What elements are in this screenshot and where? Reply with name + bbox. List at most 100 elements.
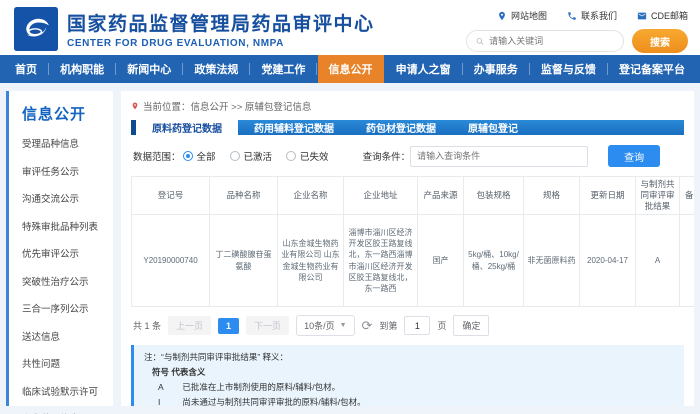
col-review-result: 与制剂共同审评审批结果 xyxy=(636,177,680,215)
radio-activated[interactable]: 已激活 xyxy=(230,149,273,163)
nav-applicant-window[interactable]: 申请人之窗 xyxy=(385,55,462,83)
cell-review-result: A xyxy=(636,215,680,307)
quick-links: 网站地图 联系我们 CDE邮箱 xyxy=(497,9,688,22)
scope-radio-group: 全部 已激活 已失效 xyxy=(183,149,329,163)
phone-icon xyxy=(567,11,577,21)
sidebar-item-common-issues[interactable]: 共性问题 xyxy=(22,356,109,370)
radio-expired-circle-icon xyxy=(286,151,296,161)
col-variety: 品种名称 xyxy=(210,177,278,215)
page-size-select[interactable]: 10条/页 ▼ xyxy=(296,315,354,336)
query-label: 查询条件： xyxy=(363,149,411,163)
nav-party[interactable]: 党建工作 xyxy=(250,55,316,83)
query-input[interactable] xyxy=(410,146,588,167)
mail-link[interactable]: CDE邮箱 xyxy=(637,9,688,22)
sitemap-label: 网站地图 xyxy=(511,9,547,22)
footnote-symbol-i: I xyxy=(158,395,180,406)
sidebar-item-delivery-info[interactable]: 送达信息 xyxy=(22,329,109,343)
cell-updated: 2020-04-17 xyxy=(580,215,636,307)
sidebar-item-special-approval[interactable]: 特殊审批品种列表 xyxy=(22,219,109,233)
nav-info-disclosure[interactable]: 信息公开 xyxy=(318,55,384,83)
breadcrumb: 当前位置：信息公开 >> 原辅包登记信息 xyxy=(131,97,684,120)
registration-table: 登记号 品种名称 企业名称 企业地址 产品来源 包装规格 规格 更新日期 与制剂… xyxy=(131,176,694,307)
nav-news[interactable]: 新闻中心 xyxy=(116,55,182,83)
cell-remark xyxy=(680,215,695,307)
brand-text: 国家药品监督管理局药品审评中心 CENTER FOR DRUG EVALUATI… xyxy=(67,9,375,49)
tab-bar: 原料药登记数据 药用辅料登记数据 药包材登记数据 原辅包登记 xyxy=(131,120,684,135)
tab-apipackexc-registration[interactable]: 原辅包登记 xyxy=(452,120,534,135)
tab-packaging-registration[interactable]: 药包材登记数据 xyxy=(350,120,452,135)
tab-api-registration[interactable]: 原料药登记数据 xyxy=(131,120,238,135)
sidebar-item-review-tasks[interactable]: 审评任务公示 xyxy=(22,164,109,178)
footnote-meaning-header: 代表含义 xyxy=(171,367,205,377)
col-remark: 备注 xyxy=(680,177,695,215)
footnote-title: 注：“与制剂共同审评审批结果” 释义： xyxy=(144,350,674,365)
footnote-row-a: A 已批准在上市制剂使用的原料/辅料/包材。 xyxy=(144,380,674,395)
radio-all-circle-icon xyxy=(183,151,193,161)
next-page-button[interactable]: 下一页 xyxy=(246,316,289,335)
map-pin-icon xyxy=(497,11,507,21)
col-updated: 更新日期 xyxy=(580,177,636,215)
search-button[interactable]: 搜索 xyxy=(632,29,688,53)
footnote-box: 注：“与制剂共同审评审批结果” 释义： 符号 代表含义 A 已批准在上市制剂使用… xyxy=(131,345,684,406)
prev-page-button[interactable]: 上一页 xyxy=(168,316,211,335)
nav-home[interactable]: 首页 xyxy=(4,55,48,83)
tab-excipient-registration[interactable]: 药用辅料登记数据 xyxy=(238,120,350,135)
sidebar-item-accepted-varieties[interactable]: 受理品种信息 xyxy=(22,136,109,150)
search-box xyxy=(466,30,624,52)
cell-company: 山东金城生物药业有限公司 山东金城生物药业有限公司 xyxy=(278,215,344,307)
magnifier-icon xyxy=(476,37,484,46)
keyword-search-input[interactable] xyxy=(489,36,614,46)
breadcrumb-text: 当前位置：信息公开 >> 原辅包登记信息 xyxy=(143,99,311,113)
refresh-icon[interactable]: ⟳ xyxy=(362,319,373,332)
col-company: 企业名称 xyxy=(278,177,344,215)
main-nav: 首页 机构职能 新闻中心 政策法规 党建工作 信息公开 申请人之窗 办事服务 监… xyxy=(0,55,700,83)
scope-label: 数据范围： xyxy=(133,149,181,163)
cell-spec: 非无菌原料药 xyxy=(524,215,580,307)
sidebar-item-priority-review[interactable]: 优先审评公示 xyxy=(22,246,109,260)
filter-bar: 数据范围： 全部 已激活 已失效 查询条件： xyxy=(133,145,684,167)
goto-page-input[interactable] xyxy=(404,316,430,335)
sidebar-item-breakthrough-therapy[interactable]: 突破性治疗公示 xyxy=(22,274,109,288)
content-area: 信息公开 受理品种信息 审评任务公示 沟通交流公示 特殊审批品种列表 优先审评公… xyxy=(0,83,700,414)
page-1-button[interactable]: 1 xyxy=(218,318,239,334)
nav-policy[interactable]: 政策法规 xyxy=(183,55,249,83)
radio-expired[interactable]: 已失效 xyxy=(286,149,329,163)
nav-services[interactable]: 办事服务 xyxy=(463,55,529,83)
col-address: 企业地址 xyxy=(344,177,418,215)
sitemap-link[interactable]: 网站地图 xyxy=(497,9,547,22)
radio-activated-circle-icon xyxy=(230,151,240,161)
col-pack-spec: 包装规格 xyxy=(464,177,524,215)
contact-link[interactable]: 联系我们 xyxy=(567,9,617,22)
chevron-down-icon: ▼ xyxy=(340,322,347,329)
sidebar-item-clinical-trial-approval[interactable]: 临床试验默示许可 xyxy=(22,384,109,398)
page-size-value: 10条/页 xyxy=(304,319,335,332)
site-title: 国家药品监督管理局药品审评中心 xyxy=(67,9,375,36)
footnote-symbol-header: 符号 xyxy=(152,367,169,377)
cell-reg-no: Y20190000740 xyxy=(132,215,210,307)
footnote-header: 符号 代表含义 xyxy=(144,365,674,380)
nav-supervision[interactable]: 监督与反馈 xyxy=(530,55,607,83)
table-header-row: 登记号 品种名称 企业名称 企业地址 产品来源 包装规格 规格 更新日期 与制剂… xyxy=(132,177,695,215)
site-subtitle: CENTER FOR DRUG EVALUATION, NMPA xyxy=(67,38,375,49)
cell-pack-spec: 5kg/桶、10kg/桶、25kg/桶 xyxy=(464,215,524,307)
sidebar-title: 信息公开 xyxy=(22,103,109,124)
radio-activated-label: 已激活 xyxy=(244,149,273,163)
sidebar-item-communication[interactable]: 沟通交流公示 xyxy=(22,191,109,205)
footnote-meaning-i: 尚未通过与制剂共同审评审批的原料/辅料/包材。 xyxy=(182,397,365,406)
radio-all-label: 全部 xyxy=(197,149,216,163)
nav-registration-platform[interactable]: 登记备案平台 xyxy=(608,55,696,83)
nav-functions[interactable]: 机构职能 xyxy=(49,55,115,83)
sidebar: 信息公开 受理品种信息 审评任务公示 沟通交流公示 特殊审批品种列表 优先审评公… xyxy=(6,91,113,406)
query-button[interactable]: 查询 xyxy=(608,145,660,167)
goto-confirm-button[interactable]: 确定 xyxy=(453,315,489,336)
contact-label: 联系我们 xyxy=(581,9,617,22)
sidebar-item-three-in-one[interactable]: 三合一序列公示 xyxy=(22,301,109,315)
radio-all[interactable]: 全部 xyxy=(183,149,216,163)
col-source: 产品来源 xyxy=(418,177,464,215)
cell-source: 国产 xyxy=(418,215,464,307)
brand: 国家药品监督管理局药品审评中心 CENTER FOR DRUG EVALUATI… xyxy=(14,6,375,51)
footnote-row-i: I 尚未通过与制剂共同审评审批的原料/辅料/包材。 xyxy=(144,395,674,406)
cell-address: 淄博市淄川区经济开发区胶王路复线北，东一路西淄博市淄川区经济开发区胶王路复线北，… xyxy=(344,215,418,307)
pagination-total: 共 1 条 xyxy=(133,319,161,332)
cde-logo-icon xyxy=(14,7,58,51)
